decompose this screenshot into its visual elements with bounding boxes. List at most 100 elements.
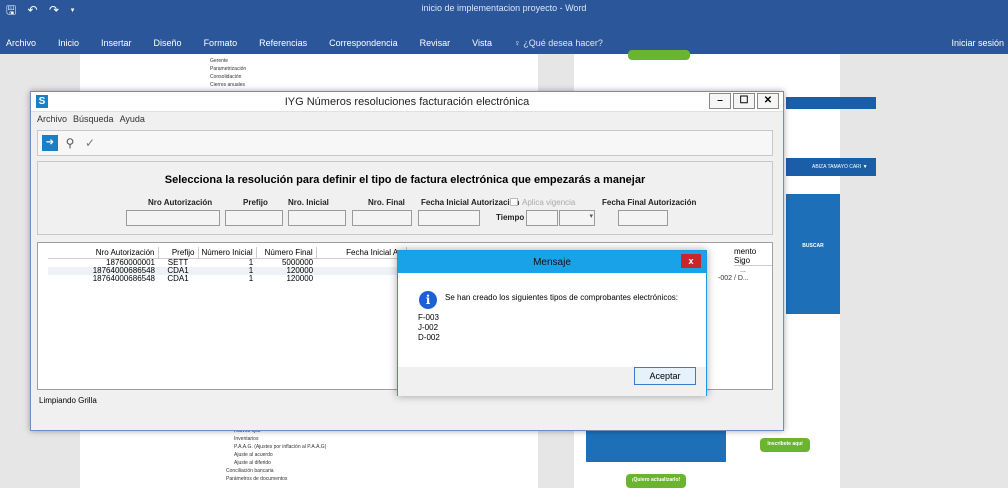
outline-item: Cierres anuales	[210, 82, 246, 88]
cell-inicial: 1	[248, 273, 254, 283]
embedded-user-name: ABIZA TAMAYO CARI ▼	[812, 164, 868, 170]
label-prefijo: Prefijo	[243, 198, 268, 207]
nro-inicial-field[interactable]	[288, 210, 346, 226]
cell-inicial: 1	[248, 257, 254, 267]
label-fecha-inicial: Fecha Inicial Autorización	[421, 198, 520, 207]
document-title: inicio de implementacion proyecto - Word	[421, 3, 587, 13]
minimize-button[interactable]: –	[709, 93, 731, 109]
label-nro-inicial: Nro. Inicial	[288, 198, 329, 207]
cell-fecha	[316, 275, 406, 283]
aceptar-button[interactable]: Aceptar	[634, 367, 696, 385]
label-nro-final: Nro. Final	[368, 198, 405, 207]
word-title-bar: 🖫 ↶ ↷ ▾ inicio de implementacion proyect…	[0, 0, 1008, 17]
grid-header-row: Nro Autorización Prefijo Número Inicial …	[48, 247, 407, 259]
app-titlebar: S IYG Números resoluciones facturación e…	[31, 92, 783, 112]
filter-panel: Selecciona la resolución para definir el…	[37, 161, 773, 235]
outline-item: Gerente	[210, 58, 229, 64]
label-fecha-final: Fecha Final Autorización	[602, 198, 697, 207]
ad-banner	[786, 194, 840, 314]
table-row[interactable]: 18764000686548 CDA1 1 120000	[48, 273, 406, 283]
col-prefijo[interactable]: Prefijo	[158, 247, 199, 259]
prefijo-field[interactable]	[225, 210, 283, 226]
exit-icon[interactable]: ➜	[42, 135, 58, 151]
tab-revisar[interactable]: Revisar	[420, 38, 451, 48]
dialog-footer: Aceptar	[398, 367, 706, 396]
cell-fecha: 2	[316, 266, 407, 275]
embedded-user-bar: ABIZA TAMAYO CARI ▼	[786, 158, 876, 176]
outline-item: Consolidación	[210, 74, 242, 80]
cell-prefijo: CDA1	[167, 273, 189, 283]
search-icon[interactable]: ⚲	[62, 135, 78, 151]
dialog-close-button[interactable]: x	[681, 254, 701, 268]
code-item: D-002	[418, 333, 440, 342]
status-bar-text: Limpiando Grilla	[39, 396, 97, 405]
nro-final-field[interactable]	[352, 210, 412, 226]
col-numero-final[interactable]: Número Final	[256, 247, 317, 259]
close-button[interactable]: ✕	[757, 93, 779, 109]
menu-busqueda[interactable]: Búsqueda	[73, 114, 114, 124]
window-title: IYG Números resoluciones facturación ele…	[284, 96, 530, 108]
tab-referencias[interactable]: Referencias	[259, 38, 307, 48]
cell-nro: 18764000686548	[92, 273, 155, 283]
label-tiempo: Tiempo	[496, 213, 525, 222]
fecha-final-field[interactable]	[618, 210, 668, 226]
outline-item: Inventarios	[234, 436, 259, 442]
cell-documento: ...	[740, 259, 746, 266]
green-banner-button	[628, 50, 690, 60]
col-numero-inicial[interactable]: Número Inicial	[198, 247, 257, 259]
ribbon-tabs: Archivo Inicio Insertar Diseño Formato R…	[6, 38, 625, 48]
fecha-inicial-field[interactable]	[418, 210, 480, 226]
outline-item: Conciliación bancaria	[226, 468, 274, 474]
sign-in-link[interactable]: Iniciar sesión	[951, 38, 1004, 48]
tab-formato[interactable]: Formato	[204, 38, 238, 48]
outline-item: Ajuste al acuerdo	[234, 452, 273, 458]
outline-item: Ajuste al diferido	[234, 460, 271, 466]
code-item: J-002	[418, 323, 439, 332]
label-nro-autorizacion: Nro Autorización	[148, 198, 213, 207]
siigo-ad-image	[586, 430, 726, 462]
embedded-taskbar	[786, 97, 876, 109]
cell-inicial: 1	[198, 266, 257, 275]
message-dialog: Mensaje x i Se han creado los siguientes…	[397, 250, 707, 396]
tab-insertar[interactable]: Insertar	[101, 38, 132, 48]
cell-final: 120000	[286, 273, 314, 283]
dialog-message: Se han creado los siguientes tipos de co…	[445, 293, 679, 302]
col-fecha-inicial[interactable]: Fecha Inicial Au	[316, 247, 407, 259]
outline-item: Parámetros de documentos	[226, 476, 288, 482]
dialog-titlebar: Mensaje x	[398, 251, 706, 273]
inscribete-button: Inscríbete aquí	[760, 438, 810, 452]
outline-item: P.A.A.G. (Ajustes por inflación al P.A.A…	[234, 444, 327, 450]
label-aplica-vigencia: Aplica vigencia	[522, 198, 576, 207]
tell-me-search[interactable]: ♀ ¿Qué desea hacer?	[514, 38, 603, 48]
tab-diseno[interactable]: Diseño	[154, 38, 182, 48]
code-item: F-003	[418, 313, 439, 322]
menu-bar: Archivo Búsqueda Ayuda	[37, 114, 145, 124]
aplica-vigencia-checkbox[interactable]	[510, 198, 518, 206]
check-icon[interactable]: ✓	[82, 135, 98, 151]
menu-archivo[interactable]: Archivo	[37, 114, 67, 124]
dialog-title: Mensaje	[533, 257, 571, 268]
menu-ayuda[interactable]: Ayuda	[120, 114, 145, 124]
buscar-button: BUSCAR	[786, 240, 840, 254]
word-ribbon: Archivo Inicio Insertar Diseño Formato R…	[0, 16, 1008, 54]
maximize-button[interactable]: ☐	[733, 93, 755, 109]
quiero-actualizarlo-button: ¡Quiero actualizarlo!	[626, 474, 686, 488]
cell-fecha: 2	[316, 258, 406, 267]
tiempo-unit-select[interactable]: ▾	[559, 210, 595, 226]
chevron-down-icon: ▾	[589, 213, 593, 220]
col-nro-autorizacion[interactable]: Nro Autorización	[48, 247, 159, 259]
outline-item: Parametrización	[210, 66, 247, 72]
tab-archivo[interactable]: Archivo	[6, 38, 36, 48]
dialog-body: i Se han creado los siguientes tipos de …	[398, 273, 706, 367]
window-controls: – ☐ ✕	[709, 93, 779, 109]
cell-documento: -002 / D...	[718, 275, 749, 282]
panel-heading: Selecciona la resolución para definir el…	[164, 174, 646, 186]
tab-correspondencia[interactable]: Correspondencia	[329, 38, 398, 48]
tiempo-field[interactable]	[526, 210, 558, 226]
tab-vista[interactable]: Vista	[472, 38, 492, 48]
tab-inicio[interactable]: Inicio	[58, 38, 79, 48]
toolbar: ➜ ⚲ ✓	[37, 130, 773, 156]
cell-documento: ...	[740, 267, 746, 274]
nro-autorizacion-field[interactable]	[126, 210, 220, 226]
grid-table: Nro Autorización Prefijo Número Inicial …	[48, 247, 407, 283]
